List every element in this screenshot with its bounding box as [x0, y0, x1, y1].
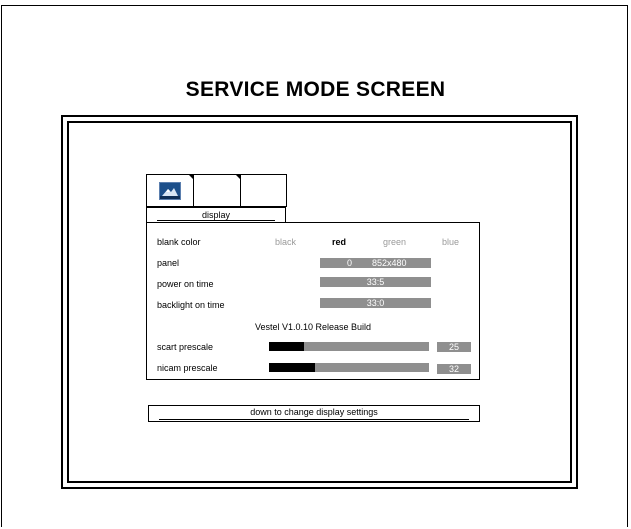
backlight-on-time-bar: 33:0 — [320, 298, 431, 308]
hint-text: down to change display settings — [250, 407, 378, 417]
color-option-blue[interactable]: blue — [442, 237, 459, 247]
hint-underline — [159, 419, 469, 420]
color-option-black[interactable]: black — [275, 237, 296, 247]
blank-color-label: blank color — [157, 237, 201, 247]
settings-panel: blank color black red green blue panel 0… — [146, 222, 480, 380]
color-option-green[interactable]: green — [383, 237, 406, 247]
tab-third[interactable] — [240, 174, 287, 207]
section-label: display — [146, 207, 286, 223]
color-option-red[interactable]: red — [332, 237, 346, 247]
panel-value-bar: 0 852x480 — [320, 258, 431, 268]
version-text: Vestel V1.0.10 Release Build — [254, 322, 372, 332]
tab-bar — [146, 174, 287, 208]
nicam-prescale-slider[interactable] — [269, 363, 429, 372]
nicam-prescale-fill — [269, 363, 316, 372]
page-title: SERVICE MODE SCREEN — [185, 78, 446, 101]
panel-index: 0 — [347, 258, 353, 268]
scart-prescale-value: 25 — [437, 342, 471, 352]
section-label-text: display — [201, 210, 230, 220]
power-on-time-label: power on time — [157, 279, 214, 289]
hint-bar: down to change display settings — [148, 405, 480, 422]
panel-label: panel — [157, 258, 180, 268]
nicam-prescale-value: 32 — [437, 364, 471, 374]
section-label-underline — [157, 220, 275, 221]
backlight-on-time-value: 33:0 — [366, 298, 385, 308]
nicam-prescale-label: nicam prescale — [157, 363, 218, 373]
power-on-time-value: 33:5 — [366, 277, 385, 287]
tab-display[interactable] — [146, 174, 194, 207]
scart-prescale-label: scart prescale — [157, 342, 214, 352]
display-settings-icon — [159, 182, 181, 200]
scart-prescale-fill — [269, 342, 305, 351]
backlight-on-time-label: backlight on time — [157, 300, 225, 310]
panel-resolution: 852x480 — [372, 258, 407, 268]
tab-second[interactable] — [193, 174, 241, 207]
power-on-time-bar: 33:5 — [320, 277, 431, 287]
scart-prescale-slider[interactable] — [269, 342, 429, 351]
